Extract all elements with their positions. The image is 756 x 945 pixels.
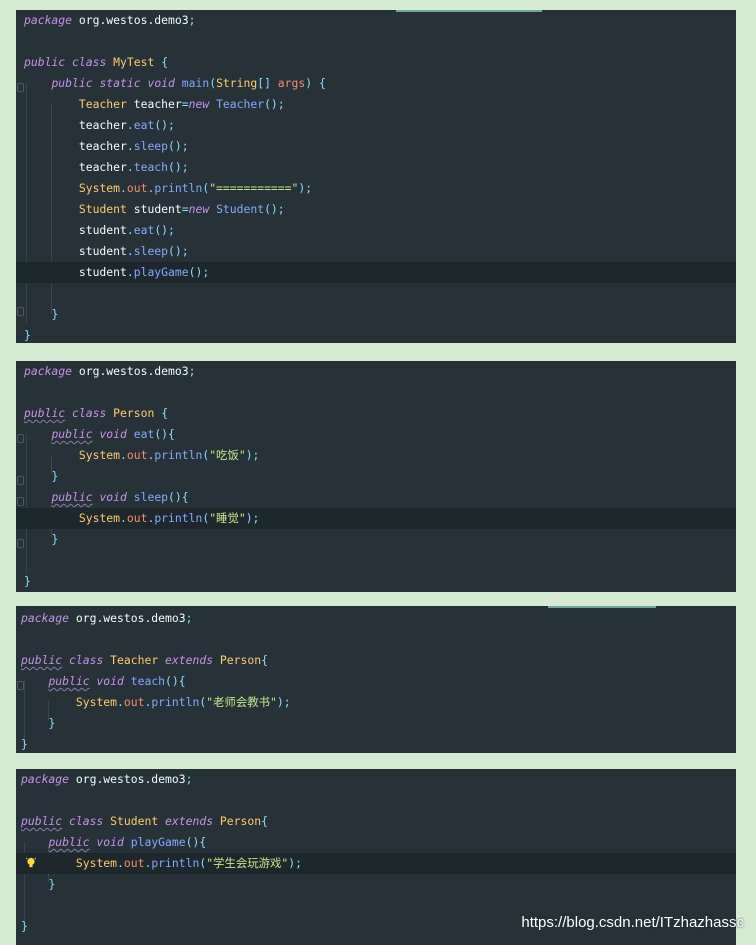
code-line-current[interactable]: student.playGame(); [16, 262, 736, 283]
code-line-current[interactable]: System.out.println("学生会玩游戏"); [16, 853, 736, 874]
code-line[interactable]: public void eat(){ [16, 424, 736, 445]
code-line[interactable]: public class MyTest { [16, 52, 736, 73]
code-line[interactable]: System.out.println("吃饭"); [16, 445, 736, 466]
code-line[interactable]: public void sleep(){ [16, 487, 736, 508]
code-line[interactable]: public void teach(){ [16, 671, 736, 692]
code-line[interactable]: package org.westos.demo3; [16, 769, 736, 790]
code-line[interactable]: System.out.println("==========="); [16, 178, 736, 199]
code-line[interactable]: public static void main(String[] args) { [16, 73, 736, 94]
editor-panel-person[interactable]: package org.westos.demo3; public class P… [16, 361, 736, 592]
code-line[interactable]: package org.westos.demo3; [16, 10, 736, 31]
code-line[interactable]: } [16, 304, 736, 325]
code-line[interactable]: } [16, 325, 736, 343]
code-line[interactable]: package org.westos.demo3; [16, 608, 736, 629]
code-line[interactable]: public void playGame(){ [16, 832, 736, 853]
editor-panel-teacher[interactable]: package org.westos.demo3; public class T… [16, 606, 736, 753]
code-line[interactable]: } [16, 874, 736, 895]
code-line[interactable]: } [16, 571, 736, 592]
code-line[interactable]: } [16, 734, 736, 753]
code-line[interactable]: } [16, 466, 736, 487]
code-line[interactable]: teacher.sleep(); [16, 136, 736, 157]
editor-panel-mytest[interactable]: package org.westos.demo3; public class M… [16, 10, 736, 343]
lightbulb-icon[interactable] [26, 857, 36, 869]
code-line-current[interactable]: System.out.println("睡觉"); [16, 508, 736, 529]
code-line[interactable]: public class Teacher extends Person{ [16, 650, 736, 671]
code-line[interactable]: package org.westos.demo3; [16, 361, 736, 382]
code-line[interactable]: public class Person { [16, 403, 736, 424]
code-line[interactable]: teacher.eat(); [16, 115, 736, 136]
code-line[interactable]: Teacher teacher=new Teacher(); [16, 94, 736, 115]
code-line[interactable]: } [16, 529, 736, 550]
code-line[interactable]: teacher.teach(); [16, 157, 736, 178]
watermark: https://blog.csdn.net/ITzhazhassc [521, 914, 744, 931]
code-line[interactable]: student.sleep(); [16, 241, 736, 262]
code-line[interactable]: System.out.println("老师会教书"); [16, 692, 736, 713]
code-line[interactable]: student.eat(); [16, 220, 736, 241]
code-line[interactable]: } [16, 713, 736, 734]
code-line[interactable]: Student student=new Student(); [16, 199, 736, 220]
code-line[interactable]: public class Student extends Person{ [16, 811, 736, 832]
